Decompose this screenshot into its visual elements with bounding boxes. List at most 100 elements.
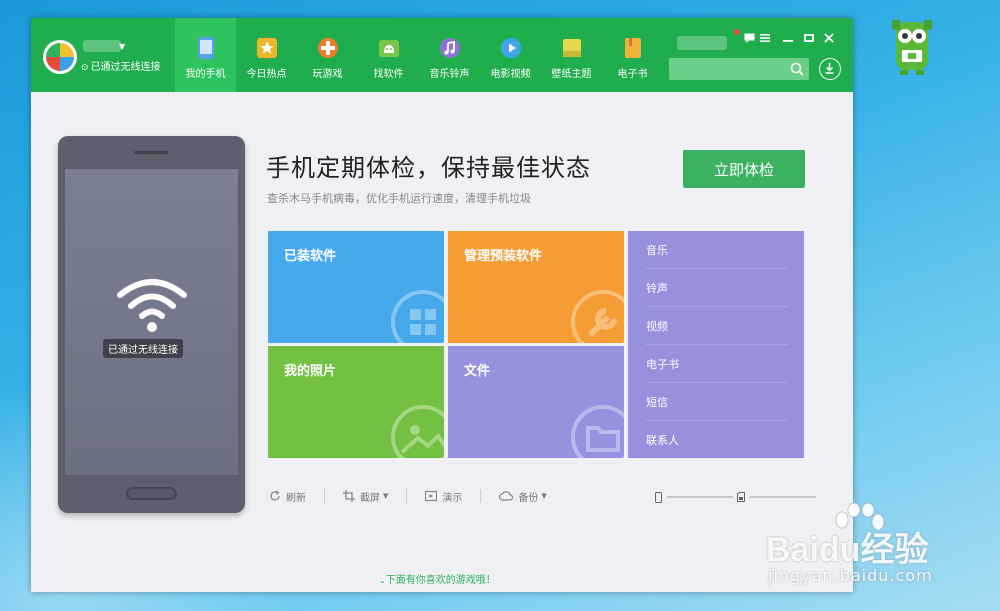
android-icon xyxy=(378,37,400,59)
tile-preinstalled-apps[interactable]: 管理预装软件 xyxy=(448,231,624,343)
watermark-url: jingyan.baidu.com xyxy=(768,566,933,585)
tab-video[interactable]: 电影视频 xyxy=(480,18,541,92)
tile-my-photos[interactable]: 我的照片 xyxy=(268,346,444,458)
chevron-down-icon[interactable]: ▼ xyxy=(119,42,125,51)
page-title: 手机定期体检，保持最佳状态 xyxy=(266,154,591,182)
phone-storage-indicator xyxy=(655,491,733,503)
tile-label: 管理预装软件 xyxy=(464,249,543,264)
main-nav: 我的手机 今日热点 玩游戏 找软件 音乐铃声 电影视频 壁纸主题 电子书 xyxy=(175,18,663,92)
sd-storage-bar xyxy=(750,496,816,498)
demo-button[interactable]: 演示 xyxy=(425,489,462,504)
crop-icon xyxy=(343,490,355,502)
tab-label: 音乐铃声 xyxy=(429,69,470,80)
tile-installed-apps[interactable]: 已装软件 xyxy=(268,231,444,343)
phone-icon xyxy=(195,37,217,59)
play-icon xyxy=(500,37,522,59)
phone-connection-status: 已通过无线连接 xyxy=(103,339,183,358)
chevron-down-icon: ▼ xyxy=(541,492,547,500)
close-icon[interactable] xyxy=(824,33,834,43)
tab-label: 我的手机 xyxy=(185,69,226,80)
media-list-tile: 音乐 铃声 视频 电子书 短信 联系人 xyxy=(628,231,804,458)
baidu-watermark: Baidu经验 jingyan.baidu.com xyxy=(766,500,996,600)
star-icon xyxy=(256,37,278,59)
tile-label: 文件 xyxy=(464,364,491,379)
toolbar-divider xyxy=(480,489,482,503)
minimize-icon[interactable] xyxy=(783,33,793,43)
app-logo[interactable] xyxy=(43,40,77,74)
tab-label: 电影视频 xyxy=(490,69,531,80)
cloud-icon xyxy=(499,491,514,501)
app-window: ▼ ⊙ 已通过无线连接 我的手机 今日热点 玩游戏 找软件 音乐铃声 电影视频 … xyxy=(31,18,853,592)
mascot-icon[interactable] xyxy=(890,18,934,76)
maximize-icon[interactable] xyxy=(804,33,814,43)
tab-games[interactable]: 玩游戏 xyxy=(297,18,358,92)
phone-storage-icon xyxy=(655,491,662,503)
bottom-toolbar: 刷新 截屏 ▼ 演示 备份 ▼ xyxy=(269,488,565,504)
check-now-button[interactable]: 立即体检 xyxy=(683,150,805,188)
watermark-brand: Baidu经验 xyxy=(766,531,929,569)
tab-music[interactable]: 音乐铃声 xyxy=(419,18,480,92)
games-link-label: 下面有你喜欢的游戏哦！ xyxy=(385,575,496,586)
wrench-icon xyxy=(571,290,624,343)
photo-icon xyxy=(391,405,444,458)
list-item-video[interactable]: 视频 xyxy=(646,307,788,345)
tab-label: 电子书 xyxy=(617,69,648,80)
screenshot-label: 截屏 xyxy=(360,492,380,504)
tab-hot-today[interactable]: 今日热点 xyxy=(236,18,297,92)
gamepad-icon xyxy=(317,37,339,59)
chevron-down-icon: ▼ xyxy=(383,492,389,500)
notification-dot-icon xyxy=(734,29,740,35)
refresh-button[interactable]: 刷新 xyxy=(269,489,306,504)
games-link[interactable]: ⌄下面有你喜欢的游戏哦！ xyxy=(379,571,496,586)
tab-label: 壁纸主题 xyxy=(551,69,592,80)
tab-wallpaper[interactable]: 壁纸主题 xyxy=(541,18,602,92)
list-item-sms[interactable]: 短信 xyxy=(646,383,788,421)
phone-speaker xyxy=(134,151,168,154)
tab-software[interactable]: 找软件 xyxy=(358,18,419,92)
tab-label: 找软件 xyxy=(373,69,404,80)
phone-home-button xyxy=(126,487,177,500)
download-button[interactable] xyxy=(819,58,841,80)
toolbar-divider xyxy=(406,489,408,503)
double-chevron-down-icon: ⌄ xyxy=(379,576,386,585)
sd-card-icon xyxy=(737,492,745,502)
account-redacted xyxy=(677,36,727,50)
screenshot-button[interactable]: 截屏 ▼ xyxy=(343,489,388,504)
search-icon[interactable] xyxy=(789,61,805,77)
phone-screen: 已通过无线连接 xyxy=(65,169,238,475)
page-subtitle: 查杀木马手机病毒，优化手机运行速度，清理手机垃圾 xyxy=(267,192,531,205)
book-icon xyxy=(622,37,644,59)
tab-ebook[interactable]: 电子书 xyxy=(602,18,663,92)
connection-status: ⊙ 已通过无线连接 xyxy=(81,58,161,73)
list-item-contacts[interactable]: 联系人 xyxy=(646,421,788,459)
connection-status-label: 已通过无线连接 xyxy=(90,62,161,73)
top-bar: ▼ ⊙ 已通过无线连接 我的手机 今日热点 玩游戏 找软件 音乐铃声 电影视频 … xyxy=(31,18,853,92)
wifi-small-icon: ⊙ xyxy=(81,63,89,73)
folder-icon xyxy=(571,405,624,458)
phone-storage-bar xyxy=(667,496,733,498)
menu-icon[interactable] xyxy=(760,33,770,43)
tile-label: 我的照片 xyxy=(284,364,337,379)
username-redacted xyxy=(83,40,121,52)
present-icon xyxy=(425,490,438,502)
search-input[interactable] xyxy=(669,58,809,80)
music-icon xyxy=(439,37,461,59)
tile-label: 已装软件 xyxy=(284,249,337,264)
apps-icon xyxy=(391,290,444,343)
list-item-music[interactable]: 音乐 xyxy=(646,231,788,269)
demo-label: 演示 xyxy=(442,492,463,504)
download-icon xyxy=(825,63,834,74)
tab-label: 玩游戏 xyxy=(312,69,343,80)
tab-label: 今日热点 xyxy=(246,69,287,80)
tile-files[interactable]: 文件 xyxy=(448,346,624,458)
tab-my-phone[interactable]: 我的手机 xyxy=(175,18,236,92)
backup-button[interactable]: 备份 ▼ xyxy=(499,489,547,504)
toolbar-divider xyxy=(324,489,325,503)
phone-illustration: 已通过无线连接 xyxy=(58,136,245,513)
backup-label: 备份 xyxy=(518,492,539,504)
refresh-label: 刷新 xyxy=(286,492,306,504)
list-item-ringtones[interactable]: 铃声 xyxy=(646,269,788,307)
feedback-icon[interactable] xyxy=(744,33,755,43)
list-item-ebooks[interactable]: 电子书 xyxy=(646,345,788,383)
refresh-icon xyxy=(270,490,280,501)
